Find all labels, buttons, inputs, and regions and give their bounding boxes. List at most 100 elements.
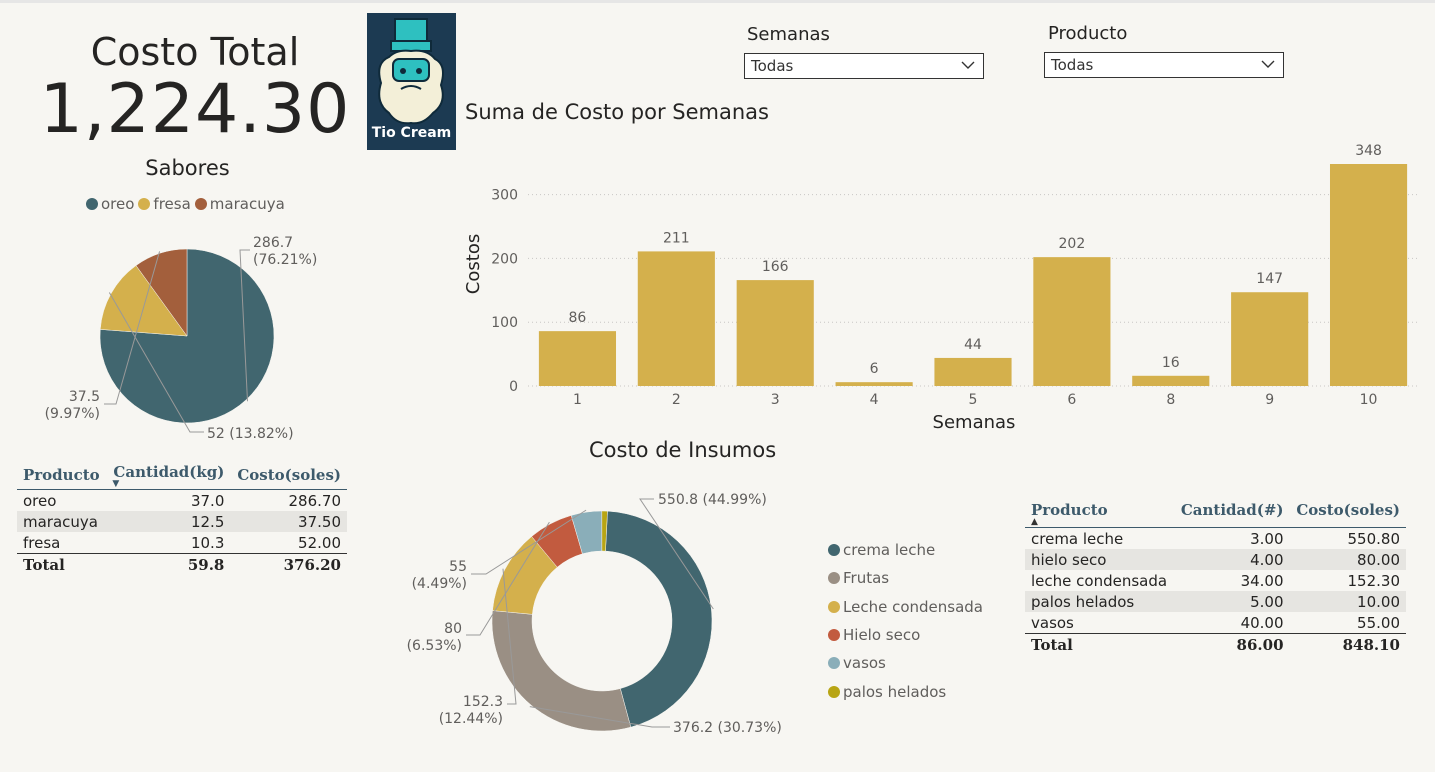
legend-dot-icon <box>86 198 98 210</box>
cell: oreo <box>23 491 57 510</box>
x-tick-label: 3 <box>771 392 780 408</box>
cell: 34.00 <box>1240 571 1284 590</box>
legend-dot-icon <box>828 629 840 642</box>
data-label-pct: (4.49%) <box>412 576 467 592</box>
slicer-semanas-value: Todas <box>751 57 794 75</box>
table-row: maracuya 12.5 37.50 <box>17 511 347 532</box>
cell: 55.00 <box>1357 613 1400 632</box>
donut-chart-title: Costo de Insumos <box>589 438 777 462</box>
cell: 52.00 <box>298 533 341 552</box>
data-label-pct: (12.44%) <box>439 711 503 727</box>
logo-text: Tio Cream <box>371 125 452 141</box>
sabores-legend: oreo fresa maracuya <box>86 195 285 213</box>
legend-dot-icon <box>194 198 207 210</box>
cell: 5.00 <box>1174 591 1290 612</box>
kpi-value: 1,224.30 <box>39 70 351 149</box>
legend-label: vasos <box>843 654 886 673</box>
x-tick-label: 2 <box>672 392 681 408</box>
bar-value-label: 6 <box>870 361 879 377</box>
chevron-down-icon <box>961 61 975 69</box>
bar[interactable] <box>835 382 913 386</box>
cell: 848.10 <box>1289 633 1406 655</box>
col-header-producto[interactable]: Producto <box>17 461 106 490</box>
legend-item-leche-condensada[interactable]: Leche condensada <box>828 593 983 621</box>
bar[interactable] <box>1329 164 1408 386</box>
bar[interactable] <box>934 357 1012 386</box>
legend-item-hielo-seco[interactable]: Hielo seco <box>828 621 983 649</box>
data-label-pct: (9.97%) <box>45 406 100 422</box>
data-label: 550.8 (44.99%) <box>658 492 767 508</box>
x-axis-label: Semanas <box>933 412 1016 433</box>
cell: 376.20 <box>230 553 347 575</box>
bar-value-label: 211 <box>663 230 690 246</box>
data-label: 37.5 <box>69 389 100 405</box>
cell: 152.30 <box>1347 571 1401 590</box>
legend-item-maracuya[interactable]: maracuya <box>194 195 285 213</box>
bar[interactable] <box>1132 375 1210 386</box>
legend-item-palos-helados[interactable]: palos helados <box>828 677 983 705</box>
legend-item-frutas[interactable]: Frutas <box>828 564 983 592</box>
col-header-cantidad[interactable]: Cantidad(#) <box>1174 499 1289 528</box>
cell: leche condensada <box>1031 571 1168 590</box>
table-row: vasos 40.00 55.00 <box>1025 612 1406 634</box>
x-tick-label: 9 <box>1265 392 1274 408</box>
cell: 3.00 <box>1250 529 1284 548</box>
legend-item-oreo[interactable]: oreo <box>86 195 134 213</box>
y-tick-label: 300 <box>491 188 518 204</box>
cell: 40.00 <box>1240 613 1284 632</box>
cell: 10.00 <box>1289 591 1406 612</box>
bar[interactable] <box>637 251 715 386</box>
bar[interactable] <box>736 280 814 386</box>
data-label-pct: (6.53%) <box>407 638 462 654</box>
x-tick-label: 4 <box>870 392 879 408</box>
col-header-producto[interactable]: Producto ▲ <box>1025 499 1174 528</box>
bar[interactable] <box>1033 257 1111 386</box>
bar-value-label: 348 <box>1355 143 1382 159</box>
insumos-legend: crema leche Frutas Leche condensada Hiel… <box>828 536 983 706</box>
legend-label: palos helados <box>843 682 947 701</box>
kpi-title: Costo Total <box>90 30 300 74</box>
cell: palos helados <box>1025 591 1175 612</box>
slicer-producto-label: Producto <box>1048 23 1128 44</box>
data-label: 286.7 <box>253 235 293 251</box>
data-label: 52 (13.82%) <box>207 426 294 442</box>
cell: 59.8 <box>106 553 231 575</box>
slicer-semanas-dropdown[interactable]: Todas <box>744 53 984 79</box>
legend-dot-icon <box>828 544 840 557</box>
sort-asc-icon: ▲ <box>1031 517 1038 527</box>
legend-dot-icon <box>828 572 840 585</box>
cell: vasos <box>1031 613 1074 632</box>
bar-value-label: 202 <box>1059 236 1086 252</box>
legend-label: Leche condensada <box>843 597 983 616</box>
legend-item-crema-leche[interactable]: crema leche <box>828 536 983 564</box>
cell: Total <box>1025 633 1175 655</box>
table-row: fresa 10.3 52.00 <box>17 532 347 554</box>
bar-chart-title: Suma de Costo por Semanas <box>465 100 769 124</box>
cell: 12.5 <box>106 511 231 532</box>
col-header-cantidad[interactable]: Cantidad(kg) ▼ <box>106 461 230 490</box>
legend-label: oreo <box>101 195 135 213</box>
bar-value-label: 86 <box>569 310 587 326</box>
brand-logo: Tio Cream <box>367 13 456 150</box>
col-header-costo[interactable]: Costo(soles) <box>1290 499 1406 528</box>
col-header-label: Cantidad(kg) <box>113 463 225 481</box>
chevron-down-icon <box>1261 60 1275 68</box>
bar[interactable] <box>1231 292 1309 386</box>
legend-item-fresa[interactable]: fresa <box>138 195 191 213</box>
legend-item-vasos[interactable]: vasos <box>828 649 983 677</box>
top-border <box>0 0 1435 3</box>
table-header-row: Producto ▲ Cantidad(#) Costo(soles) <box>1025 499 1406 528</box>
bar-value-label: 147 <box>1256 271 1283 287</box>
legend-dot-icon <box>828 685 840 698</box>
cell: fresa <box>23 533 61 552</box>
semanas-bar-chart: 0100200300861211216636444520261681479348… <box>463 143 1418 433</box>
bar[interactable] <box>538 331 617 386</box>
cell: 86.00 <box>1174 633 1290 655</box>
table-row: crema leche 3.00 550.80 <box>1025 528 1406 550</box>
slicer-producto-value: Todas <box>1051 56 1094 74</box>
y-axis-label: Costos <box>463 234 484 294</box>
slicer-producto-dropdown[interactable]: Todas <box>1044 52 1284 78</box>
col-header-costo[interactable]: Costo(soles) <box>230 461 347 490</box>
sabores-pie-chart: 286.7(76.21%) 52 (13.82%) 37.5(9.97%) <box>45 235 318 442</box>
legend-label: fresa <box>153 195 191 213</box>
